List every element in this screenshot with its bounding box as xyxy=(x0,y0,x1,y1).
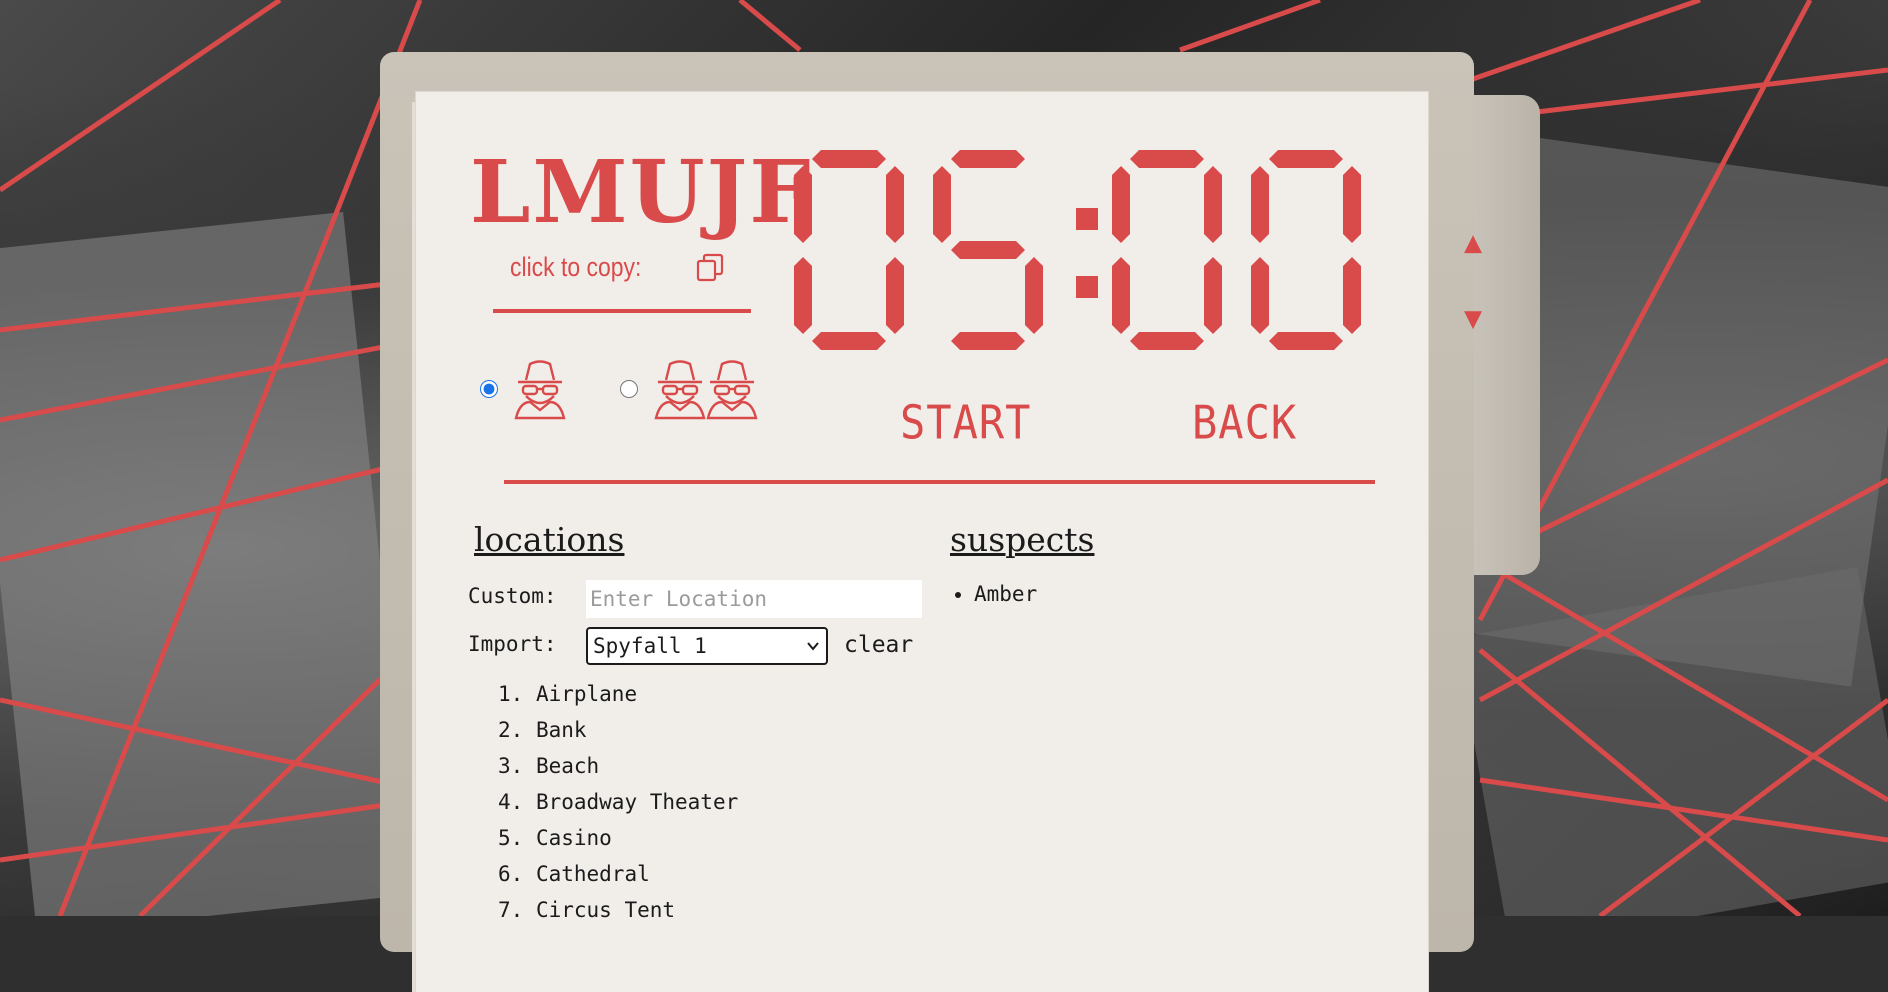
start-button[interactable]: START xyxy=(900,396,1031,450)
timer-digit xyxy=(1251,150,1361,350)
list-item: 1. Airplane xyxy=(498,682,638,706)
copy-code-row[interactable]: click to copy: xyxy=(510,252,725,283)
list-item: 3. Beach xyxy=(498,754,600,778)
locations-title: locations xyxy=(474,520,625,559)
mode-two-spies[interactable] xyxy=(620,358,760,420)
triangle-up-icon[interactable]: ▲ xyxy=(1464,228,1482,258)
suspect-list: Amber xyxy=(944,582,1037,606)
timer-digit xyxy=(794,150,904,350)
custom-location-input[interactable] xyxy=(586,580,922,618)
location-list: 1. Airplane 2. Bank 3. Beach 4. Broadway… xyxy=(498,676,738,928)
suspects-title: suspects xyxy=(950,520,1095,559)
one-spy-radio[interactable] xyxy=(480,380,498,398)
section-divider xyxy=(504,480,1375,484)
timer-colon xyxy=(1076,208,1098,230)
triangle-down-icon[interactable]: ▼ xyxy=(1464,304,1482,334)
mode-one-spy[interactable] xyxy=(480,358,568,420)
spy-icon xyxy=(704,358,760,420)
import-selected-value: Spyfall 1 xyxy=(593,634,707,658)
import-select[interactable]: Spyfall 1 xyxy=(586,627,828,665)
back-button[interactable]: BACK xyxy=(1192,396,1297,450)
list-item: 6. Cathedral xyxy=(498,862,650,886)
import-label: Import: xyxy=(468,632,557,656)
code-divider xyxy=(493,309,751,313)
timer-colon xyxy=(1076,276,1098,298)
chevron-down-icon xyxy=(806,637,820,658)
list-item: Amber xyxy=(974,582,1037,606)
clear-button[interactable]: clear xyxy=(844,632,913,658)
list-item: 5. Casino xyxy=(498,826,612,850)
list-item: 2. Bank xyxy=(498,718,587,742)
list-item: 4. Broadway Theater xyxy=(498,790,739,814)
spy-icon xyxy=(512,358,568,420)
game-code[interactable]: LMUJF xyxy=(470,142,810,243)
timer-digit xyxy=(1112,150,1222,350)
spy-icon xyxy=(652,358,708,420)
copy-label: click to copy: xyxy=(510,252,642,282)
list-item: 7. Circus Tent xyxy=(498,898,676,922)
timer-digit xyxy=(933,150,1043,350)
copy-icon[interactable] xyxy=(695,253,725,283)
countdown-timer xyxy=(794,150,1361,350)
custom-label: Custom: xyxy=(468,584,557,608)
two-spies-radio[interactable] xyxy=(620,380,638,398)
